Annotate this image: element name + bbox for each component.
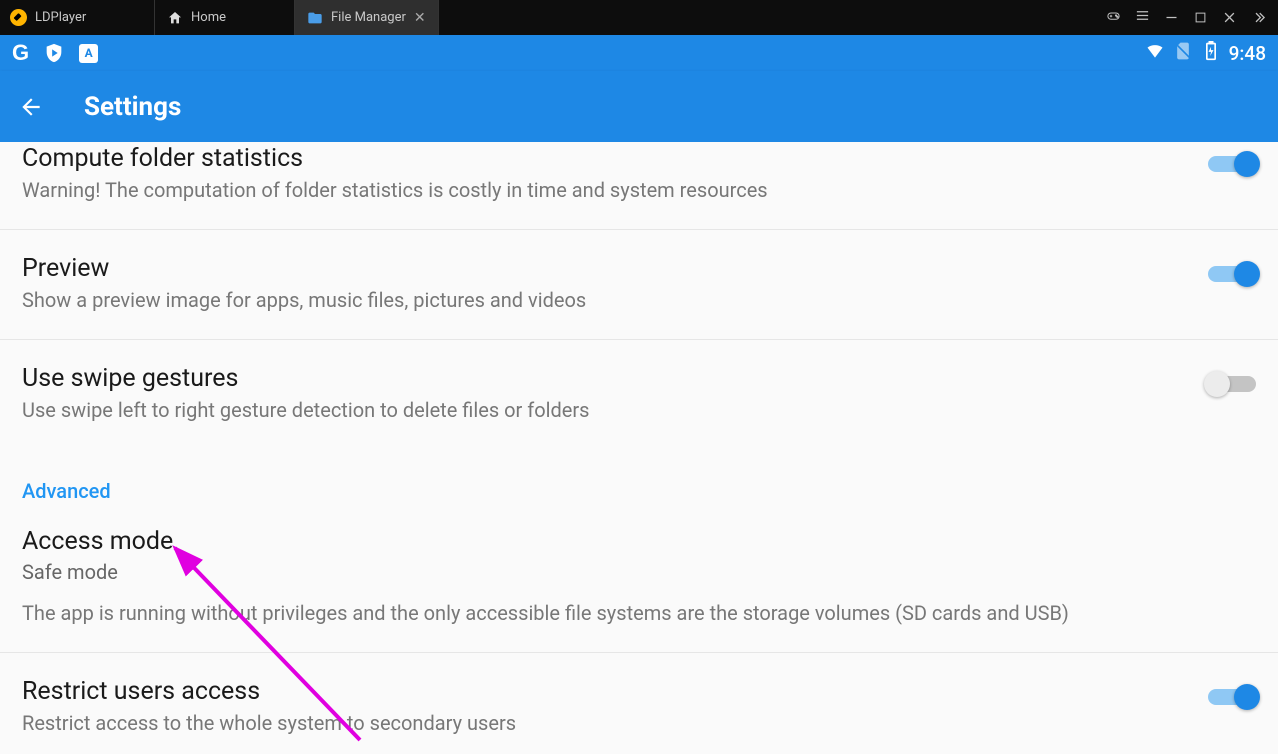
window-tab-bar: LDPlayer Home File Manager ✕ [0, 0, 1278, 35]
ldplayer-label: LDPlayer [35, 10, 86, 25]
status-time: 9:48 [1229, 42, 1266, 65]
setting-title: Preview [22, 254, 1168, 283]
page-title: Settings [84, 92, 181, 122]
gamepad-icon[interactable] [1106, 8, 1121, 27]
setting-desc: Use swipe left to right gesture detectio… [22, 397, 1168, 423]
no-sim-icon [1173, 41, 1193, 66]
close-window-button[interactable] [1222, 10, 1237, 25]
app-bar: Settings [0, 71, 1278, 142]
setting-preview[interactable]: Preview Show a preview image for apps, m… [0, 230, 1278, 340]
folder-icon [307, 10, 323, 26]
setting-compute-folder-statistics[interactable]: Compute folder statistics Warning! The c… [0, 142, 1278, 230]
setting-title: Use swipe gestures [22, 364, 1168, 393]
toggle-swipe[interactable] [1208, 376, 1256, 392]
setting-title: Access mode [22, 527, 1216, 556]
google-icon: G [12, 40, 29, 66]
settings-list[interactable]: Compute folder statistics Warning! The c… [0, 142, 1278, 754]
setting-desc: Restrict access to the whole system to s… [22, 710, 1168, 736]
toggle-preview[interactable] [1208, 266, 1256, 282]
setting-desc: Warning! The computation of folder stati… [22, 177, 1168, 203]
setting-restrict-users-access[interactable]: Restrict users access Restrict access to… [0, 653, 1278, 742]
tab-file-manager-label: File Manager [331, 10, 406, 25]
maximize-button[interactable] [1193, 10, 1208, 25]
toggle-restrict-users[interactable] [1208, 689, 1256, 705]
setting-desc: Show a preview image for apps, music fil… [22, 287, 1168, 313]
tab-home[interactable]: Home [155, 0, 295, 35]
setting-access-mode[interactable]: Access mode Safe mode The app is running… [0, 511, 1278, 653]
setting-desc: The app is running without privileges an… [22, 600, 1216, 626]
menu-icon[interactable] [1135, 8, 1150, 27]
window-controls [1106, 8, 1278, 27]
back-button[interactable] [18, 94, 44, 120]
wifi-icon [1145, 41, 1165, 66]
battery-charging-icon [1201, 41, 1221, 66]
home-icon [167, 10, 183, 26]
ldplayer-brand: LDPlayer [0, 0, 155, 35]
setting-title: Compute folder statistics [22, 144, 1168, 173]
setting-swipe-gestures[interactable]: Use swipe gestures Use swipe left to rig… [0, 340, 1278, 449]
tab-file-manager[interactable]: File Manager ✕ [295, 0, 439, 35]
close-tab-button[interactable]: ✕ [414, 10, 426, 26]
toggle-compute-stats[interactable] [1208, 156, 1256, 172]
shield-play-icon [43, 42, 65, 64]
setting-title: Restrict users access [22, 677, 1168, 706]
more-button[interactable] [1251, 10, 1266, 25]
minimize-button[interactable] [1164, 10, 1179, 25]
ldplayer-icon [10, 9, 27, 26]
tab-home-label: Home [191, 10, 226, 25]
section-header-advanced: Advanced [0, 449, 1278, 511]
android-status-bar: G A 9:48 [0, 35, 1278, 71]
setting-subvalue: Safe mode [22, 560, 1216, 584]
app-badge-icon: A [79, 44, 98, 63]
